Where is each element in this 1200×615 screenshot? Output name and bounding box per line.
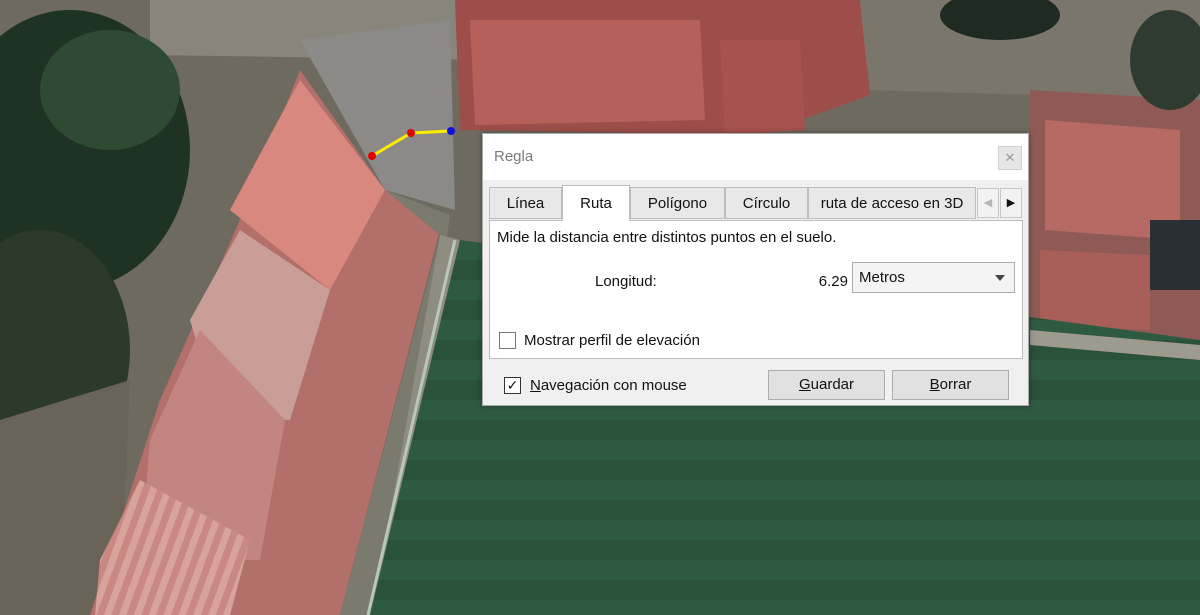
tab-scroll-left-button[interactable]: ◀ [977,188,999,218]
mouse-navigation-accelerator: N [530,377,541,394]
tab-linea[interactable]: Línea [489,187,562,219]
clear-accelerator: B [929,376,940,393]
save-accelerator: G [798,376,811,393]
measurement-endpoint [447,127,455,135]
tab-panel-ruta: Mide la distancia entre distintos puntos… [489,220,1023,359]
dialog-titlebar[interactable]: Regla ✕ [483,134,1028,180]
save-button-label: uardar [810,376,855,393]
length-label: Longitud: [595,273,657,290]
tab-circulo[interactable]: Círculo [725,187,808,219]
tab-scroll-left-icon: ◀ [983,197,993,209]
clear-button[interactable]: Borrar [892,370,1009,400]
dropdown-caret-icon [995,275,1005,281]
mouse-navigation-checkbox[interactable]: ✓ [504,377,521,394]
unit-dropdown[interactable]: Metros [852,262,1015,293]
mouse-navigation-label-text: avegación con mouse [540,377,687,394]
measurement-point [407,129,415,137]
unit-dropdown-value: Metros [859,269,905,286]
clear-button-label: orrar [939,376,972,393]
measurement-point [368,152,376,160]
close-icon: ✕ [1004,150,1016,165]
close-button[interactable]: ✕ [998,146,1022,170]
ruler-dialog: Regla ✕ Línea Ruta Polígono Círculo ruta… [482,133,1029,406]
elevation-profile-checkbox[interactable] [499,332,516,349]
tab-scroll-right-icon: ▶ [1006,197,1016,209]
tab-scroll-right-button[interactable]: ▶ [1000,188,1022,218]
dialog-title: Regla [494,148,534,165]
mouse-navigation-label[interactable]: Navegación con mouse [530,377,687,394]
panel-description: Mide la distancia entre distintos puntos… [497,229,837,246]
tab-ruta-3d[interactable]: ruta de acceso en 3D [808,187,976,219]
length-value: 6.29 [818,273,848,290]
tab-poligono[interactable]: Polígono [630,187,725,219]
elevation-profile-label[interactable]: Mostrar perfil de elevación [524,332,700,349]
checkmark-icon: ✓ [506,377,519,393]
tab-ruta[interactable]: Ruta [562,185,630,221]
save-button[interactable]: Guardar [768,370,885,400]
